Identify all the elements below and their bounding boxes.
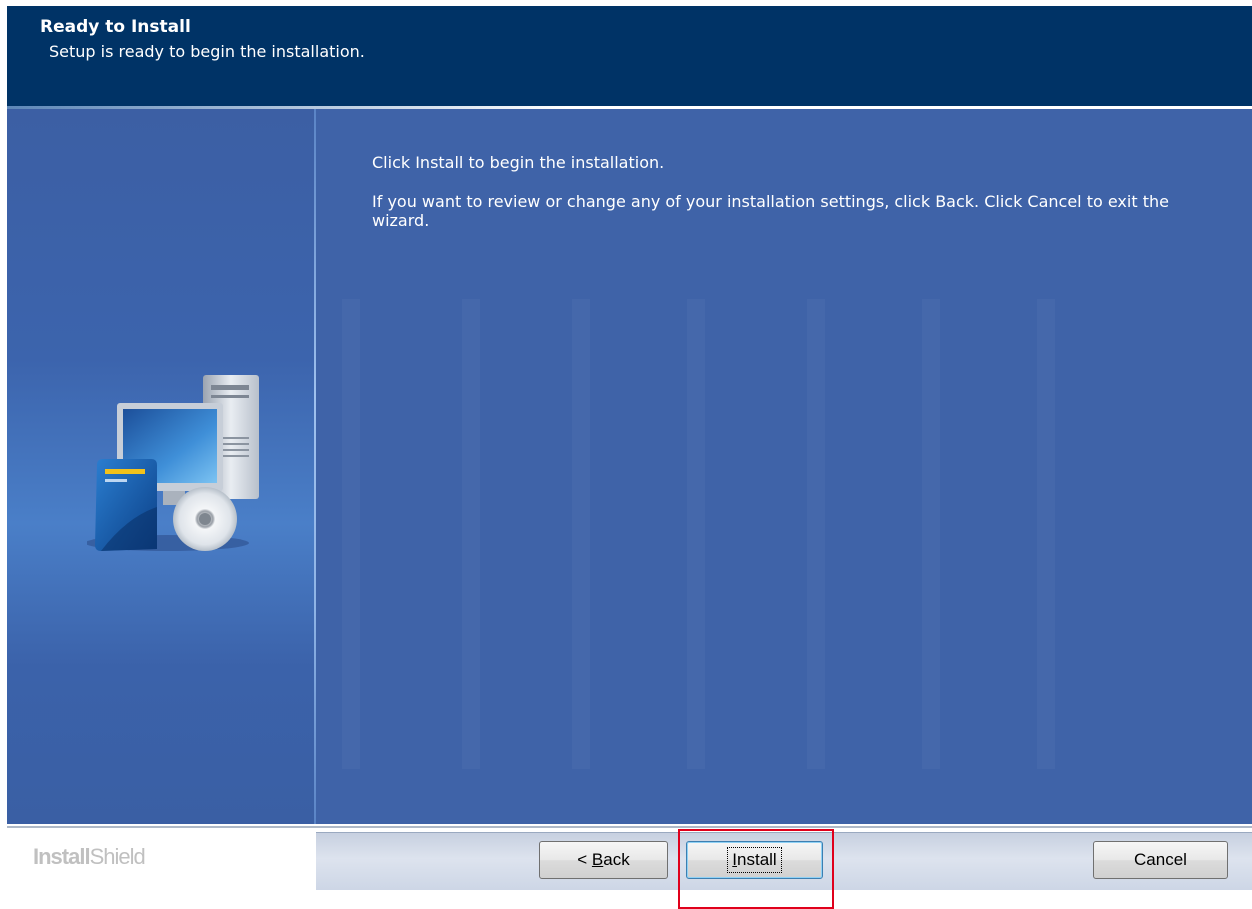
install-focus-outline: Install — [727, 847, 782, 873]
background-stripe — [807, 299, 825, 769]
background-stripe — [1037, 299, 1055, 769]
back-label-rest: ack — [603, 850, 630, 869]
back-accelerator: B — [591, 850, 604, 869]
instruction-text: Click Install to begin the installation. — [372, 153, 665, 172]
installshield-logo: InstallShield — [33, 844, 146, 870]
background-stripe — [572, 299, 590, 769]
page-title: Ready to Install — [40, 17, 191, 37]
back-prefix: < — [577, 850, 592, 869]
page-subtitle: Setup is ready to begin the installation… — [49, 42, 365, 61]
review-instruction-text: If you want to review or change any of y… — [372, 192, 1169, 230]
footer-divider — [7, 826, 1252, 828]
computer-with-cd-icon — [87, 375, 259, 551]
cancel-button[interactable]: Cancel — [1093, 841, 1228, 879]
install-button[interactable]: Install — [686, 841, 823, 879]
background-stripe — [922, 299, 940, 769]
back-button[interactable]: < Back — [539, 841, 668, 879]
installer-window: Ready to Install Setup is ready to begin… — [0, 0, 1252, 909]
logo-part-bold: Install — [33, 844, 91, 869]
wizard-header: Ready to Install Setup is ready to begin… — [7, 6, 1252, 106]
content-area: Click Install to begin the installation.… — [372, 153, 1212, 230]
background-stripe — [462, 299, 480, 769]
wizard-body: Click Install to begin the installation.… — [7, 109, 1252, 824]
background-stripe — [687, 299, 705, 769]
background-stripe — [342, 299, 360, 769]
logo-part-thin: Shield — [89, 844, 146, 869]
install-label-rest: nstall — [737, 850, 777, 869]
side-panel-divider — [314, 109, 316, 824]
